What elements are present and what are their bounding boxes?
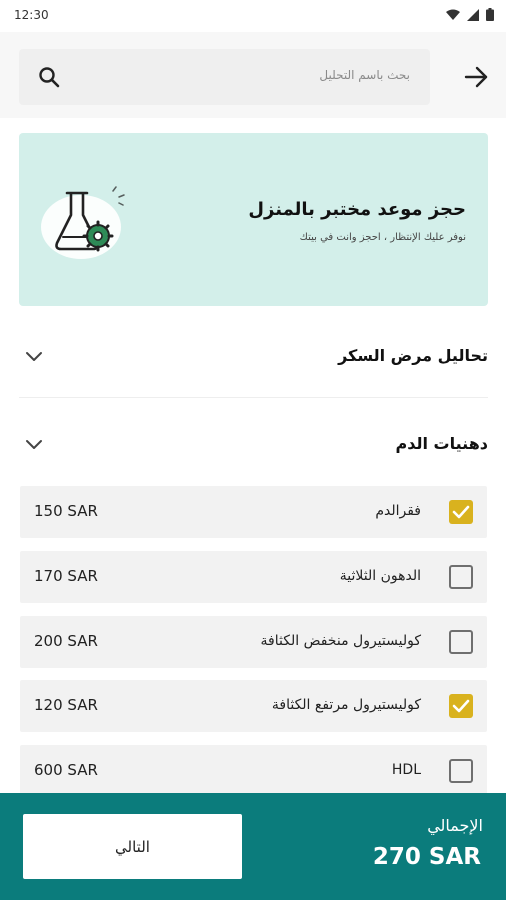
test-name: HDL (391, 762, 421, 778)
total-value: 270 SAR (372, 844, 481, 870)
test-row[interactable]: 200 SAR كوليستيرول منخفض الكثافة (20, 616, 487, 668)
test-checkbox[interactable] (449, 500, 473, 524)
status-time: 12:30 (14, 8, 49, 22)
test-checkbox[interactable] (449, 694, 473, 718)
wifi-icon (446, 9, 460, 20)
section-title: دهنيات الدم (395, 434, 488, 453)
test-name: كوليستيرول منخفض الكثافة (260, 633, 421, 649)
test-row[interactable]: 120 SAR كوليستيرول مرتفع الكثافة (20, 680, 487, 732)
test-row[interactable]: 150 SAR فقرالدم (20, 486, 487, 538)
test-price: 600 SAR (34, 761, 98, 779)
test-name: كوليستيرول مرتفع الكثافة (271, 697, 421, 713)
chevron-down-icon[interactable] (25, 350, 43, 364)
lab-flask-icon (41, 186, 125, 259)
check-icon (452, 699, 470, 713)
status-bar: 12:30 (0, 0, 506, 32)
search-placeholder[interactable]: بحث باسم التحليل (319, 68, 410, 82)
chevron-down-icon[interactable] (25, 438, 43, 452)
next-button[interactable]: التالي (23, 814, 242, 879)
test-price: 150 SAR (34, 502, 98, 520)
checkout-footer: التالي الإجمالي 270 SAR (0, 793, 506, 900)
test-price: 170 SAR (34, 567, 98, 585)
back-arrow-icon[interactable] (462, 63, 490, 91)
banner-title: حجز موعد مختبر بالمنزل (248, 199, 466, 220)
status-icons (446, 8, 494, 21)
test-checkbox[interactable] (449, 630, 473, 654)
home-lab-booking-banner[interactable]: حجز موعد مختبر بالمنزل نوفر عليك الإنتظا… (19, 133, 488, 306)
banner-subtitle: نوفر عليك الإنتظار ، احجز وانت في بيتك (299, 232, 466, 243)
section-title: تحاليل مرض السكر (338, 346, 488, 365)
test-row[interactable]: 600 SAR HDL (20, 745, 487, 797)
total-label: الإجمالي (427, 816, 483, 835)
test-checkbox[interactable] (449, 759, 473, 783)
top-bar: بحث باسم التحليل (0, 32, 506, 118)
test-row[interactable]: 170 SAR الدهون الثلاثية (20, 551, 487, 603)
section-diabetes-tests[interactable]: تحاليل مرض السكر (19, 338, 488, 378)
test-name: الدهون الثلاثية (339, 568, 421, 584)
search-input[interactable]: بحث باسم التحليل (19, 49, 430, 105)
divider (19, 397, 488, 398)
test-price: 120 SAR (34, 696, 98, 714)
test-price: 200 SAR (34, 632, 98, 650)
battery-icon (486, 8, 494, 21)
search-icon[interactable] (37, 65, 61, 89)
signal-icon (467, 8, 479, 21)
section-blood-lipids[interactable]: دهنيات الدم (19, 426, 488, 466)
test-checkbox[interactable] (449, 565, 473, 589)
test-name: فقرالدم (375, 503, 421, 519)
check-icon (452, 505, 470, 519)
